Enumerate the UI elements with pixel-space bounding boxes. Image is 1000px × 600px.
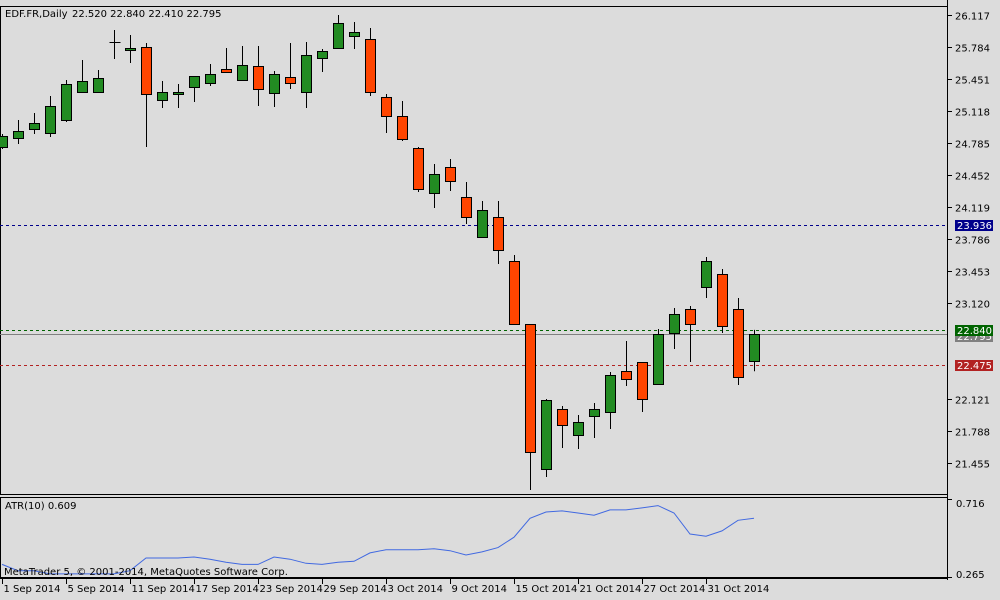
date-tick-label: 21 Oct 2014 [580,584,642,595]
price-tick-label: 25.118 [955,108,990,119]
date-tick-label: 5 Sep 2014 [68,584,125,595]
price-tick-label: 21.455 [955,460,990,471]
candle-body [269,74,280,94]
price-tick-label: 22.121 [955,396,990,407]
candle-body [525,324,536,453]
price-tick-label: 23.453 [955,268,990,279]
candle-body [685,309,696,325]
candle-body [173,92,184,95]
bull-candle [61,79,72,122]
price-tick-label: 23.786 [955,236,990,247]
date-tick-label: 9 Oct 2014 [452,584,507,595]
ohlc-readout: 22.520 22.840 22.410 22.795 [72,9,222,20]
candle-body [77,81,88,93]
price-tick-label: 25.451 [955,76,990,87]
bear-candle [509,255,520,325]
candle-body [317,51,328,59]
candle-body [285,77,296,84]
bear-candle [717,268,728,333]
price-tick-label: 25.784 [955,44,990,55]
candle-body [93,78,104,93]
candle-body [61,84,72,121]
candle-body [221,69,232,73]
date-tick-label: 31 Oct 2014 [708,584,770,595]
candle-body [701,261,712,288]
bull-candle [653,329,664,385]
atr-axis-min: 0.265 [956,570,985,581]
price-tick-label: 21.788 [955,428,990,439]
ask-price-label: 22.840 [955,325,993,337]
bid-price-label: 22.475 [955,360,993,372]
candle-body [157,92,168,101]
candle-body [573,422,584,436]
horizontal-line-value: 23.936 [957,221,992,232]
ask-price-value: 22.840 [957,326,992,337]
date-tick-label: 23 Sep 2014 [260,584,323,595]
candle-body [461,197,472,218]
candle-body [509,261,520,325]
price-tick-label: 24.785 [955,140,990,151]
candle-body [605,375,616,413]
candle-body [733,309,744,378]
bull-candle [0,133,8,150]
price-tick-label: 24.452 [955,172,990,183]
bull-candle [541,399,552,478]
candle-body [301,55,312,93]
copyright-text: MetaTrader 5, © 2001-2014, MetaQuotes So… [4,567,288,578]
candle-body [29,123,40,130]
candle-body [477,210,488,238]
candle-body [349,32,360,37]
candle-body [381,97,392,117]
date-tick-label: 11 Sep 2014 [132,584,195,595]
candle-body [429,174,440,194]
candle-body [45,106,56,134]
candle-body [333,23,344,49]
candle-body [589,409,600,417]
candle-body [125,48,136,51]
date-tick-label: 29 Sep 2014 [324,584,387,595]
price-tick-label: 26.117 [955,12,990,23]
date-tick-label: 17 Sep 2014 [196,584,259,595]
candle-body [205,74,216,84]
candle-body [0,136,8,148]
bear-candle [733,298,744,385]
price-tick-label: 24.119 [955,204,990,215]
date-tick-label: 3 Oct 2014 [388,584,443,595]
date-tick-label: 27 Oct 2014 [644,584,706,595]
candle-body [397,116,408,140]
chart-window[interactable]: 26.117 25.784 25.451 25.118 24.785 24.452 24.1… [0,0,1000,600]
candle-body [189,76,200,88]
candle-body [621,371,632,380]
candle-body [413,148,424,190]
candle-body [141,47,152,95]
price-tick-label: 23.120 [955,300,990,311]
candle-body [445,167,456,182]
candle-body [253,66,264,90]
atr-axis-max: 0.716 [956,499,985,510]
candle-body [365,39,376,93]
candle-body [13,131,24,139]
candle-body [237,65,248,81]
horizontal-line-label: 23.936 [955,220,993,232]
candle-body [637,362,648,400]
candle-body [557,409,568,426]
bid-price-value: 22.475 [957,361,992,372]
candle-body [541,400,552,470]
symbol-timeframe: EDF.FR,Daily [5,9,68,20]
candle-body [493,217,504,251]
candle-body [749,334,760,362]
atr-label: ATR(10) 0.609 [5,501,76,512]
candle-body [653,334,664,385]
bear-candle [413,147,424,193]
date-tick-label: 1 Sep 2014 [4,584,61,595]
candle-body [669,314,680,334]
candle-body [717,274,728,327]
date-tick-label: 15 Oct 2014 [516,584,578,595]
